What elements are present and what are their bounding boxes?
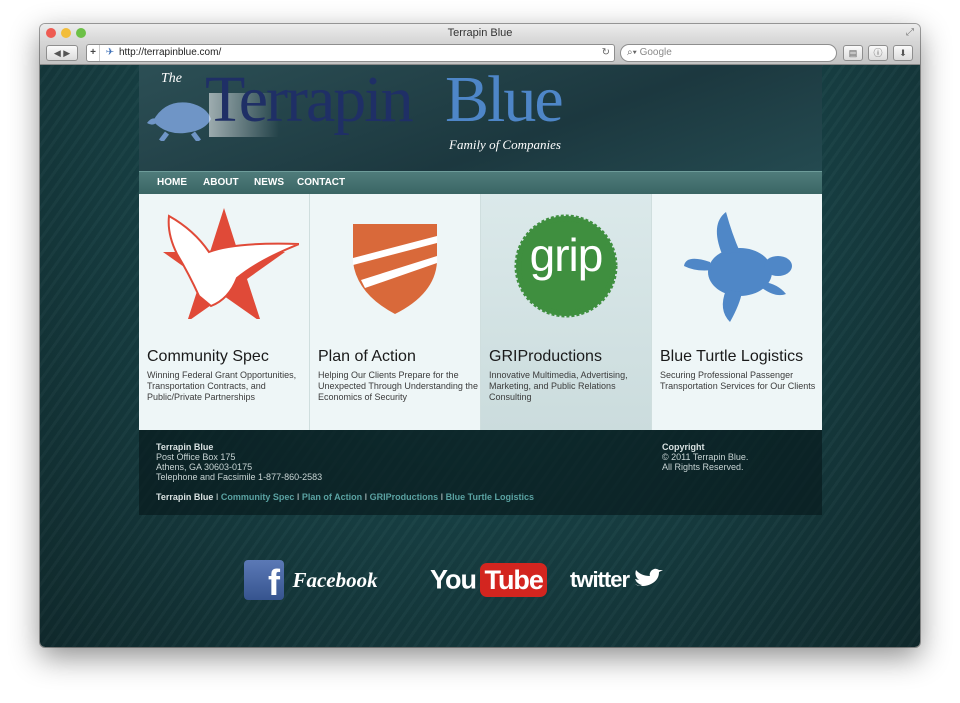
site-container: The Terrapin Blue Family of Companies HO… bbox=[139, 65, 822, 515]
favicon-turtle-icon: ✈ bbox=[105, 47, 115, 58]
close-button[interactable] bbox=[46, 28, 56, 38]
footer-copyright-line1: © 2011 Terrapin Blue. bbox=[662, 452, 749, 462]
footer-link-plan-of-action[interactable]: Plan of Action bbox=[302, 492, 362, 502]
panel-title[interactable]: Plan of Action bbox=[318, 348, 416, 366]
browser-window: Terrapin Blue ⤢ ◀ ▶ + ✈ http://terrapinb… bbox=[40, 24, 920, 647]
facebook-link[interactable]: f Facebook bbox=[244, 560, 378, 603]
brand-the: The bbox=[161, 71, 182, 86]
facebook-label: Facebook bbox=[292, 567, 378, 592]
window-title: Terrapin Blue bbox=[447, 27, 513, 39]
panel-title[interactable]: GRIProductions bbox=[489, 348, 602, 366]
footer-separator: I bbox=[213, 492, 221, 502]
panel-griproductions[interactable]: grip GRIProductions Innovative Multimedi… bbox=[481, 194, 652, 430]
address-bar[interactable]: + ✈ http://terrapinblue.com/ ↻ bbox=[86, 44, 615, 62]
footer-link-community-spec[interactable]: Community Spec bbox=[221, 492, 295, 502]
minimize-button[interactable] bbox=[61, 28, 71, 38]
nav-home[interactable]: HOME bbox=[157, 172, 187, 194]
twitter-label: twitter bbox=[570, 567, 630, 592]
brand-terrapin: Terrapin bbox=[205, 63, 414, 136]
brand-blue: Blue bbox=[445, 63, 564, 136]
nav-contact[interactable]: CONTACT bbox=[297, 172, 345, 194]
footer-link-griproductions[interactable]: GRIProductions bbox=[370, 492, 439, 502]
panel-title[interactable]: Blue Turtle Logistics bbox=[660, 348, 803, 366]
youtube-you: You bbox=[430, 564, 477, 595]
footer-links: Terrapin Blue I Community Spec I Plan of… bbox=[156, 492, 534, 502]
search-icon: ⌕▾ bbox=[627, 47, 637, 58]
site-footer: Terrapin Blue Post Office Box 175 Athens… bbox=[139, 430, 822, 515]
footer-separator: I bbox=[438, 492, 446, 502]
panel-title[interactable]: Community Spec bbox=[147, 348, 269, 366]
youtube-link[interactable]: You Tube bbox=[430, 563, 547, 597]
footer-separator: I bbox=[362, 492, 370, 502]
reload-icon[interactable]: ↻ bbox=[602, 45, 610, 61]
twitter-bird-icon bbox=[635, 568, 664, 586]
download-icon[interactable]: ⬇ bbox=[893, 45, 913, 61]
facebook-icon: f bbox=[244, 560, 284, 603]
title-bar: Terrapin Blue ⤢ bbox=[40, 24, 920, 42]
footer-address-1: Post Office Box 175 bbox=[156, 452, 236, 462]
info-icon[interactable]: ⓘ bbox=[868, 45, 888, 61]
brand-tagline: Family of Companies bbox=[449, 137, 561, 152]
panel-plan-of-action[interactable]: Plan of Action Helping Our Clients Prepa… bbox=[310, 194, 481, 430]
search-placeholder: Google bbox=[639, 47, 672, 58]
panel-community-spec[interactable]: Community Spec Winning Federal Grant Opp… bbox=[139, 194, 310, 430]
site-header: The Terrapin Blue Family of Companies bbox=[139, 65, 822, 171]
twitter-link[interactable]: twitter bbox=[570, 567, 664, 593]
back-icon[interactable]: ◀ bbox=[54, 48, 61, 58]
turtle-icon bbox=[684, 212, 792, 322]
footer-link-blue-turtle-logistics[interactable]: Blue Turtle Logistics bbox=[446, 492, 534, 502]
browser-toolbar: ◀ ▶ + ✈ http://terrapinblue.com/ ↻ ⌕▾ Go… bbox=[40, 42, 920, 65]
youtube-tube-icon: Tube bbox=[480, 563, 547, 597]
nav-news[interactable]: NEWS bbox=[254, 172, 284, 194]
search-field[interactable]: ⌕▾ Google bbox=[620, 44, 837, 62]
fullscreen-icon[interactable]: ⤢ bbox=[906, 24, 914, 42]
panel-blue-turtle-logistics[interactable]: Blue Turtle Logistics Securing Professio… bbox=[652, 194, 822, 430]
eagle-star-icon bbox=[163, 208, 299, 319]
url-text[interactable]: http://terrapinblue.com/ bbox=[119, 47, 221, 58]
footer-copyright-title: Copyright bbox=[662, 442, 705, 452]
reader-icon[interactable]: ▤ bbox=[843, 45, 863, 61]
add-bookmark-icon[interactable]: + bbox=[87, 45, 100, 61]
forward-icon[interactable]: ▶ bbox=[63, 48, 70, 58]
main-nav: HOME ABOUT NEWS CONTACT bbox=[139, 171, 822, 194]
grip-logo-text: grip bbox=[529, 229, 604, 281]
panel-description: Innovative Multimedia, Advertising, Mark… bbox=[489, 370, 628, 402]
footer-phone: Telephone and Facsimile 1-877-860-2583 bbox=[156, 472, 323, 482]
panel-description: Helping Our Clients Prepare for the Unex… bbox=[318, 370, 478, 402]
footer-link-terrapin-blue[interactable]: Terrapin Blue bbox=[156, 492, 213, 502]
zoom-button[interactable] bbox=[76, 28, 86, 38]
nav-about[interactable]: ABOUT bbox=[203, 172, 239, 194]
panel-description: Securing Professional Passenger Transpor… bbox=[660, 370, 816, 391]
page-content: The Terrapin Blue Family of Companies HO… bbox=[40, 65, 920, 647]
footer-copyright-line2: All Rights Reserved. bbox=[662, 462, 744, 472]
footer-separator: I bbox=[294, 492, 302, 502]
panel-description: Winning Federal Grant Opportunities, Tra… bbox=[147, 370, 297, 402]
shield-icon bbox=[353, 224, 437, 314]
back-forward-buttons[interactable]: ◀ ▶ bbox=[46, 45, 78, 61]
footer-company: Terrapin Blue bbox=[156, 442, 214, 452]
footer-address-2: Athens, GA 30603-0175 bbox=[156, 462, 253, 472]
